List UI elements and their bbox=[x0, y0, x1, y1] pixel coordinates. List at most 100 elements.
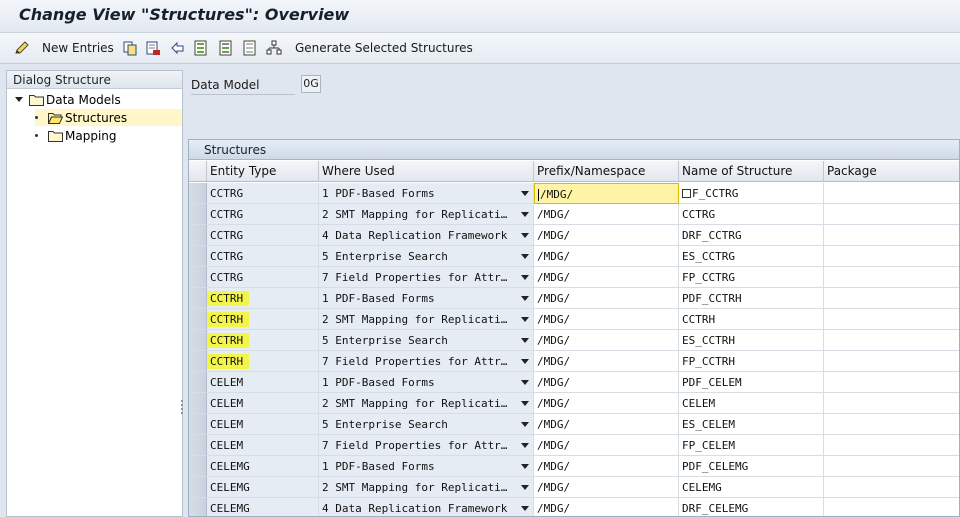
where-used-dropdown[interactable]: 2 SMT Mapping for Replicati… bbox=[319, 393, 534, 414]
package-input[interactable] bbox=[824, 183, 959, 204]
where-used-dropdown[interactable]: 5 Enterprise Search bbox=[319, 414, 534, 435]
prefix-input[interactable]: /MDG/ bbox=[534, 456, 679, 477]
prefix-input[interactable]: /MDG/ bbox=[534, 309, 679, 330]
row-selector[interactable] bbox=[189, 225, 207, 246]
row-selector[interactable] bbox=[189, 414, 207, 435]
where-used-dropdown[interactable]: 2 SMT Mapping for Replicati… bbox=[319, 309, 534, 330]
package-input[interactable] bbox=[824, 498, 959, 516]
prefix-input[interactable]: /MDG/ bbox=[534, 372, 679, 393]
dropdown-arrow-icon[interactable] bbox=[521, 296, 529, 301]
dropdown-arrow-icon[interactable] bbox=[521, 254, 529, 259]
where-used-dropdown[interactable]: 5 Enterprise Search bbox=[319, 246, 534, 267]
package-input[interactable] bbox=[824, 330, 959, 351]
package-input[interactable] bbox=[824, 288, 959, 309]
where-used-dropdown[interactable]: 7 Field Properties for Attr… bbox=[319, 267, 534, 288]
prefix-input[interactable]: /MDG/ bbox=[534, 246, 679, 267]
prefix-input[interactable]: /MDG/ bbox=[534, 477, 679, 498]
prefix-input[interactable]: /MDG/ bbox=[534, 351, 679, 372]
prefix-input[interactable]: /MDG/ bbox=[534, 435, 679, 456]
package-input[interactable] bbox=[824, 225, 959, 246]
row-selector[interactable] bbox=[189, 351, 207, 372]
row-selector[interactable] bbox=[189, 267, 207, 288]
undo-change-button[interactable] bbox=[169, 38, 185, 58]
prefix-input[interactable]: /MDG/ bbox=[534, 330, 679, 351]
column-header-entity-type[interactable]: Entity Type bbox=[207, 161, 319, 182]
deselect-all-button[interactable] bbox=[242, 38, 258, 58]
dropdown-arrow-icon[interactable] bbox=[521, 317, 529, 322]
structure-name-input[interactable]: ES_CCTRH bbox=[679, 330, 824, 351]
row-selector[interactable] bbox=[189, 183, 207, 204]
dropdown-arrow-icon[interactable] bbox=[521, 422, 529, 427]
structure-name-input[interactable]: CELEM bbox=[679, 393, 824, 414]
where-used-dropdown[interactable]: 1 PDF-Based Forms bbox=[319, 456, 534, 477]
dropdown-arrow-icon[interactable] bbox=[521, 380, 529, 385]
dropdown-arrow-icon[interactable] bbox=[521, 338, 529, 343]
column-header-structure-name[interactable]: Name of Structure bbox=[679, 161, 824, 182]
where-used-dropdown[interactable]: 5 Enterprise Search bbox=[319, 330, 534, 351]
where-used-dropdown[interactable]: 7 Field Properties for Attr… bbox=[319, 351, 534, 372]
package-input[interactable] bbox=[824, 204, 959, 225]
row-selector[interactable] bbox=[189, 477, 207, 498]
dropdown-arrow-icon[interactable] bbox=[521, 359, 529, 364]
package-input[interactable] bbox=[824, 267, 959, 288]
column-header-package[interactable]: Package bbox=[824, 161, 959, 182]
structure-name-input[interactable]: DRF_CELEMG bbox=[679, 498, 824, 516]
prefix-input[interactable]: /MDG/ bbox=[534, 288, 679, 309]
dropdown-arrow-icon[interactable] bbox=[521, 443, 529, 448]
structure-name-input[interactable]: PDF_CELEM bbox=[679, 372, 824, 393]
package-input[interactable] bbox=[824, 309, 959, 330]
dropdown-arrow-icon[interactable] bbox=[521, 464, 529, 469]
structure-name-input[interactable]: PDF_CCTRH bbox=[679, 288, 824, 309]
where-used-dropdown[interactable]: 2 SMT Mapping for Replicati… bbox=[319, 204, 534, 225]
tree-item-structures[interactable]: Structures bbox=[35, 109, 182, 126]
row-selector[interactable] bbox=[189, 498, 207, 516]
dropdown-arrow-icon[interactable] bbox=[521, 191, 529, 196]
prefix-input[interactable]: /MDG/ bbox=[534, 414, 679, 435]
where-used-dropdown[interactable]: 1 PDF-Based Forms bbox=[319, 183, 534, 204]
dropdown-arrow-icon[interactable] bbox=[521, 401, 529, 406]
row-selector[interactable] bbox=[189, 393, 207, 414]
dropdown-arrow-icon[interactable] bbox=[521, 212, 529, 217]
row-selector[interactable] bbox=[189, 456, 207, 477]
tree-item-data-models[interactable]: Data Models bbox=[15, 91, 121, 108]
prefix-input[interactable]: /MDG/ bbox=[534, 267, 679, 288]
structure-name-input[interactable]: PDF_CELEMG bbox=[679, 456, 824, 477]
package-input[interactable] bbox=[824, 393, 959, 414]
prefix-input[interactable]: /MDG/ bbox=[534, 183, 679, 204]
structure-name-input[interactable]: F_CCTRG bbox=[679, 183, 824, 204]
row-selector[interactable] bbox=[189, 246, 207, 267]
structure-name-input[interactable]: DRF_CCTRG bbox=[679, 225, 824, 246]
delete-button[interactable] bbox=[145, 38, 161, 58]
row-selector[interactable] bbox=[189, 204, 207, 225]
prefix-input[interactable]: /MDG/ bbox=[534, 204, 679, 225]
package-input[interactable] bbox=[824, 477, 959, 498]
structure-name-input[interactable]: FP_CELEM bbox=[679, 435, 824, 456]
column-header-where-used[interactable]: Where Used bbox=[319, 161, 534, 182]
dropdown-arrow-icon[interactable] bbox=[521, 233, 529, 238]
where-used-dropdown[interactable]: 4 Data Replication Framework bbox=[319, 498, 534, 516]
prefix-input[interactable]: /MDG/ bbox=[534, 225, 679, 246]
select-all-button[interactable] bbox=[193, 38, 209, 58]
where-used-dropdown[interactable]: 1 PDF-Based Forms bbox=[319, 288, 534, 309]
dropdown-arrow-icon[interactable] bbox=[521, 275, 529, 280]
package-input[interactable] bbox=[824, 414, 959, 435]
row-selector[interactable] bbox=[189, 288, 207, 309]
column-header-prefix[interactable]: Prefix/Namespace bbox=[534, 161, 679, 182]
row-selector[interactable] bbox=[189, 372, 207, 393]
value-help-icon[interactable] bbox=[682, 189, 691, 198]
where-used-dropdown[interactable]: 4 Data Replication Framework bbox=[319, 225, 534, 246]
expand-caret-icon[interactable] bbox=[15, 97, 23, 102]
panel-splitter-handle[interactable] bbox=[181, 398, 184, 418]
structure-name-input[interactable]: ES_CELEM bbox=[679, 414, 824, 435]
structure-name-input[interactable]: FP_CCTRG bbox=[679, 267, 824, 288]
prefix-input[interactable]: /MDG/ bbox=[534, 393, 679, 414]
package-input[interactable] bbox=[824, 435, 959, 456]
package-input[interactable] bbox=[824, 372, 959, 393]
generate-structures-button[interactable]: Generate Selected Structures bbox=[266, 38, 473, 58]
select-all-rows-cell[interactable] bbox=[189, 161, 207, 182]
where-used-dropdown[interactable]: 2 SMT Mapping for Replicati… bbox=[319, 477, 534, 498]
where-used-dropdown[interactable]: 7 Field Properties for Attr… bbox=[319, 435, 534, 456]
copy-as-button[interactable] bbox=[122, 38, 138, 58]
package-input[interactable] bbox=[824, 246, 959, 267]
where-used-dropdown[interactable]: 1 PDF-Based Forms bbox=[319, 372, 534, 393]
